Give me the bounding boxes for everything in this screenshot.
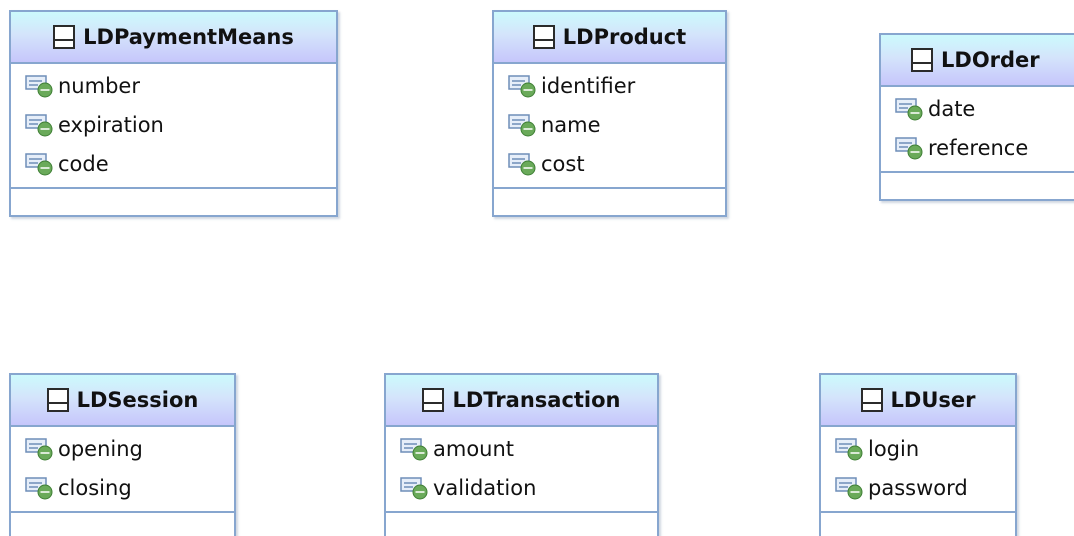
attribute-icon [25,152,53,175]
attribute-row-reference[interactable]: reference [881,128,1074,167]
attribute-label: amount [433,436,515,461]
attribute-icon [25,476,53,499]
class-icon [911,48,933,72]
attribute-compartment: identifier name cost [494,64,725,189]
operation-compartment [821,513,1015,536]
attribute-label: date [928,96,976,121]
attribute-row-expiration[interactable]: expiration [11,105,336,144]
class-header[interactable]: LDOrder [881,35,1074,87]
class-box-ldsession[interactable]: LDSession opening closing [9,373,236,536]
operation-compartment [11,189,336,215]
attribute-row-closing[interactable]: closing [11,468,234,507]
operation-compartment [881,173,1074,199]
attribute-label: opening [58,436,143,461]
class-name: LDProduct [562,25,687,49]
attribute-icon [400,476,428,499]
attribute-icon [25,113,53,136]
attribute-compartment: opening closing [11,427,234,513]
attribute-label: expiration [58,112,164,137]
attribute-icon [835,437,863,460]
attribute-label: number [58,73,140,98]
class-icon [860,388,883,412]
class-box-ldtransaction[interactable]: LDTransaction amount validation [384,373,659,536]
attribute-row-cost[interactable]: cost [494,144,725,183]
attribute-label: cost [541,151,585,176]
attribute-compartment: number expiration code [11,64,336,189]
attribute-row-name[interactable]: name [494,105,725,144]
attribute-icon [895,97,923,120]
class-icon [422,388,445,412]
attribute-label: validation [433,475,537,500]
class-header[interactable]: LDTransaction [386,375,657,427]
attribute-label: password [868,475,968,500]
attribute-row-number[interactable]: number [11,66,336,105]
class-header[interactable]: LDUser [821,375,1015,427]
class-name: LDTransaction [452,388,621,412]
attribute-compartment: login password [821,427,1015,513]
attribute-label: closing [58,475,132,500]
attribute-label: name [541,112,601,137]
operation-compartment [11,513,234,536]
attribute-label: login [868,436,920,461]
attribute-icon [25,74,53,97]
attribute-icon [895,136,923,159]
attribute-row-code[interactable]: code [11,144,336,183]
attribute-row-opening[interactable]: opening [11,429,234,468]
class-header[interactable]: LDSession [11,375,234,427]
attribute-icon [508,74,536,97]
attribute-icon [400,437,428,460]
class-name: LDOrder [941,48,1040,72]
attribute-label: identifier [541,73,636,98]
attribute-compartment: amount validation [386,427,657,513]
class-name: LDSession [76,388,199,412]
operation-compartment [386,513,657,536]
operation-compartment [494,189,725,215]
attribute-row-identifier[interactable]: identifier [494,66,725,105]
attribute-compartment: date reference [881,87,1074,173]
class-name: LDUser [890,388,976,412]
class-header[interactable]: LDProduct [494,12,725,64]
attribute-row-validation[interactable]: validation [386,468,657,507]
attribute-label: code [58,151,109,176]
class-header[interactable]: LDPaymentMeans [11,12,336,64]
attribute-icon [508,152,536,175]
class-icon [46,388,69,412]
class-box-ldorder[interactable]: LDOrder date reference [879,33,1074,201]
attribute-row-login[interactable]: login [821,429,1015,468]
class-diagram-canvas: LDPaymentMeans number expiration code LD… [0,0,1074,536]
class-icon [532,25,555,49]
attribute-label: reference [928,135,1029,160]
attribute-icon [508,113,536,136]
class-name: LDPaymentMeans [83,25,294,49]
class-box-lduser[interactable]: LDUser login password [819,373,1017,536]
attribute-row-date[interactable]: date [881,89,1074,128]
attribute-icon [25,437,53,460]
class-box-ldpaymentmeans[interactable]: LDPaymentMeans number expiration code [9,10,338,217]
attribute-icon [835,476,863,499]
attribute-row-password[interactable]: password [821,468,1015,507]
class-box-ldproduct[interactable]: LDProduct identifier name cost [492,10,727,217]
attribute-row-amount[interactable]: amount [386,429,657,468]
class-icon [53,25,76,49]
